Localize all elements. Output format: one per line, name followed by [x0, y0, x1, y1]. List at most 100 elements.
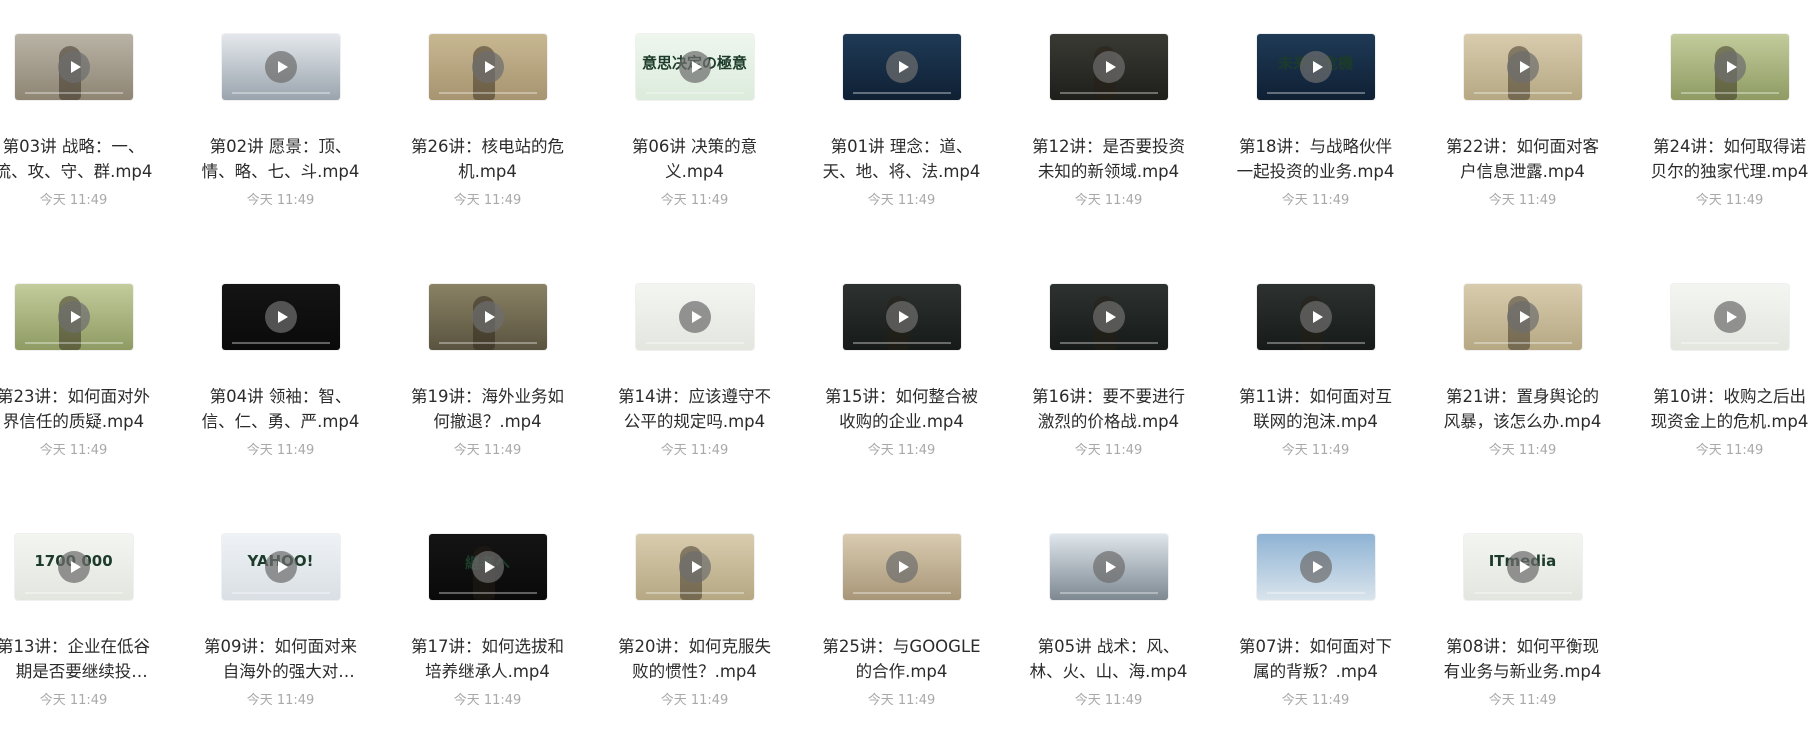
- video-file-item[interactable]: 第26讲：核电站的危机.mp4今天 11:49: [384, 0, 591, 250]
- video-thumbnail[interactable]: [636, 284, 754, 350]
- video-file-item[interactable]: 第12讲：是否要投资未知的新领域.mp4今天 11:49: [1005, 0, 1212, 250]
- file-name[interactable]: 第07讲：如何面对下属的背叛？.mp4: [1236, 634, 1396, 684]
- play-icon[interactable]: [1507, 551, 1539, 583]
- play-icon[interactable]: [472, 551, 504, 583]
- video-file-item[interactable]: 第04讲 领袖：智、信、仁、勇、严.mp4今天 11:49: [177, 250, 384, 500]
- play-icon[interactable]: [472, 51, 504, 83]
- play-icon[interactable]: [1507, 301, 1539, 333]
- video-thumbnail[interactable]: 1700 000: [15, 534, 133, 600]
- video-thumbnail[interactable]: [15, 284, 133, 350]
- video-file-item[interactable]: YAHOO!第09讲：如何面对来自海外的强大对手.mp4今天 11:49: [177, 500, 384, 750]
- play-icon[interactable]: [472, 301, 504, 333]
- video-thumbnail[interactable]: 意思决定の極意: [636, 34, 754, 100]
- video-thumbnail[interactable]: 未来の危機: [1257, 34, 1375, 100]
- file-name[interactable]: 第08讲：如何平衡现有业务与新业务.mp4: [1443, 634, 1603, 684]
- file-name[interactable]: 第03讲 战略：一、流、攻、守、群.mp4: [0, 134, 154, 184]
- video-thumbnail[interactable]: [843, 34, 961, 100]
- play-icon[interactable]: [1714, 301, 1746, 333]
- play-icon[interactable]: [265, 301, 297, 333]
- video-file-item[interactable]: 第03讲 战略：一、流、攻、守、群.mp4今天 11:49: [0, 0, 177, 250]
- file-name[interactable]: 第09讲：如何面对来自海外的强大对手.mp4: [201, 634, 361, 684]
- video-file-item[interactable]: 第05讲 战术：风、林、火、山、海.mp4今天 11:49: [1005, 500, 1212, 750]
- play-icon[interactable]: [265, 551, 297, 583]
- file-name[interactable]: 第10讲：收购之后出现资金上的危机.mp4: [1650, 384, 1808, 434]
- video-file-item[interactable]: 第16讲：要不要进行激烈的价格战.mp4今天 11:49: [1005, 250, 1212, 500]
- file-name[interactable]: 第19讲：海外业务如何撤退？.mp4: [408, 384, 568, 434]
- video-thumbnail[interactable]: ITmedia: [1464, 534, 1582, 600]
- video-thumbnail[interactable]: [1050, 534, 1168, 600]
- video-thumbnail[interactable]: 継者へ: [429, 534, 547, 600]
- video-file-item[interactable]: 1700 000第13讲：企业在低谷期是否要继续投资.mp4今天 11:49: [0, 500, 177, 750]
- video-file-item[interactable]: 第11讲：如何面对互联网的泡沫.mp4今天 11:49: [1212, 250, 1419, 500]
- file-name[interactable]: 第15讲：如何整合被收购的企业.mp4: [822, 384, 982, 434]
- video-file-item[interactable]: 第15讲：如何整合被收购的企业.mp4今天 11:49: [798, 250, 1005, 500]
- play-icon[interactable]: [679, 51, 711, 83]
- play-icon[interactable]: [1093, 301, 1125, 333]
- file-name[interactable]: 第16讲：要不要进行激烈的价格战.mp4: [1029, 384, 1189, 434]
- video-thumbnail[interactable]: YAHOO!: [222, 534, 340, 600]
- video-file-item[interactable]: 第21讲：置身舆论的风暴，该怎么办.mp4今天 11:49: [1419, 250, 1626, 500]
- play-icon[interactable]: [679, 551, 711, 583]
- video-file-item[interactable]: 第10讲：收购之后出现资金上的危机.mp4今天 11:49: [1626, 250, 1808, 500]
- video-thumbnail[interactable]: [843, 284, 961, 350]
- video-thumbnail[interactable]: [429, 284, 547, 350]
- video-thumbnail[interactable]: [1257, 534, 1375, 600]
- video-file-item[interactable]: 第22讲：如何面对客户信息泄露.mp4今天 11:49: [1419, 0, 1626, 250]
- video-file-item[interactable]: 第01讲 理念：道、天、地、将、法.mp4今天 11:49: [798, 0, 1005, 250]
- play-icon[interactable]: [1093, 551, 1125, 583]
- file-name[interactable]: 第25讲：与GOOGLE的合作.mp4: [822, 634, 982, 684]
- file-name[interactable]: 第06讲 决策的意义.mp4: [615, 134, 775, 184]
- video-file-item[interactable]: 意思决定の極意第06讲 决策的意义.mp4今天 11:49: [591, 0, 798, 250]
- video-thumbnail[interactable]: [1257, 284, 1375, 350]
- play-icon[interactable]: [679, 301, 711, 333]
- file-name[interactable]: 第11讲：如何面对互联网的泡沫.mp4: [1236, 384, 1396, 434]
- play-icon[interactable]: [886, 51, 918, 83]
- video-thumbnail[interactable]: [222, 284, 340, 350]
- video-file-item[interactable]: 第24讲：如何取得诺贝尔的独家代理.mp4今天 11:49: [1626, 0, 1808, 250]
- video-file-item[interactable]: 第14讲：应该遵守不公平的规定吗.mp4今天 11:49: [591, 250, 798, 500]
- video-file-item[interactable]: 未来の危機第18讲：与战略伙伴一起投资的业务.mp4今天 11:49: [1212, 0, 1419, 250]
- video-thumbnail[interactable]: [1050, 284, 1168, 350]
- play-icon[interactable]: [58, 301, 90, 333]
- video-thumbnail[interactable]: [1050, 34, 1168, 100]
- video-thumbnail[interactable]: [1464, 34, 1582, 100]
- play-icon[interactable]: [58, 551, 90, 583]
- play-icon[interactable]: [1300, 51, 1332, 83]
- file-name[interactable]: 第18讲：与战略伙伴一起投资的业务.mp4: [1236, 134, 1396, 184]
- video-file-item[interactable]: 第25讲：与GOOGLE的合作.mp4今天 11:49: [798, 500, 1005, 750]
- play-icon[interactable]: [1714, 51, 1746, 83]
- video-thumbnail[interactable]: [429, 34, 547, 100]
- play-icon[interactable]: [1300, 301, 1332, 333]
- video-file-item[interactable]: 第19讲：海外业务如何撤退？.mp4今天 11:49: [384, 250, 591, 500]
- file-name[interactable]: 第12讲：是否要投资未知的新领域.mp4: [1029, 134, 1189, 184]
- file-name[interactable]: 第04讲 领袖：智、信、仁、勇、严.mp4: [201, 384, 361, 434]
- play-icon[interactable]: [1300, 551, 1332, 583]
- play-icon[interactable]: [265, 51, 297, 83]
- video-thumbnail[interactable]: [1671, 284, 1789, 350]
- video-file-item[interactable]: 第07讲：如何面对下属的背叛？.mp4今天 11:49: [1212, 500, 1419, 750]
- play-icon[interactable]: [1093, 51, 1125, 83]
- file-name[interactable]: 第20讲：如何克服失败的惯性？.mp4: [615, 634, 775, 684]
- file-name[interactable]: 第17讲：如何选拔和培养继承人.mp4: [408, 634, 568, 684]
- file-name[interactable]: 第14讲：应该遵守不公平的规定吗.mp4: [615, 384, 775, 434]
- file-name[interactable]: 第21讲：置身舆论的风暴，该怎么办.mp4: [1443, 384, 1603, 434]
- play-icon[interactable]: [58, 51, 90, 83]
- file-name[interactable]: 第05讲 战术：风、林、火、山、海.mp4: [1029, 634, 1189, 684]
- file-name[interactable]: 第24讲：如何取得诺贝尔的独家代理.mp4: [1650, 134, 1808, 184]
- file-name[interactable]: 第02讲 愿景：顶、情、略、七、斗.mp4: [201, 134, 361, 184]
- file-name[interactable]: 第01讲 理念：道、天、地、将、法.mp4: [822, 134, 982, 184]
- play-icon[interactable]: [1507, 51, 1539, 83]
- video-file-item[interactable]: ITmedia第08讲：如何平衡现有业务与新业务.mp4今天 11:49: [1419, 500, 1626, 750]
- file-name[interactable]: 第13讲：企业在低谷期是否要继续投资.mp4: [0, 634, 154, 684]
- video-file-item[interactable]: 継者へ第17讲：如何选拔和培养继承人.mp4今天 11:49: [384, 500, 591, 750]
- video-thumbnail[interactable]: [15, 34, 133, 100]
- video-thumbnail[interactable]: [222, 34, 340, 100]
- file-name[interactable]: 第23讲：如何面对外界信任的质疑.mp4: [0, 384, 154, 434]
- file-name[interactable]: 第22讲：如何面对客户信息泄露.mp4: [1443, 134, 1603, 184]
- video-thumbnail[interactable]: [843, 534, 961, 600]
- video-file-item[interactable]: 第23讲：如何面对外界信任的质疑.mp4今天 11:49: [0, 250, 177, 500]
- video-thumbnail[interactable]: [1464, 284, 1582, 350]
- video-file-item[interactable]: 第20讲：如何克服失败的惯性？.mp4今天 11:49: [591, 500, 798, 750]
- video-thumbnail[interactable]: [1671, 34, 1789, 100]
- file-name[interactable]: 第26讲：核电站的危机.mp4: [408, 134, 568, 184]
